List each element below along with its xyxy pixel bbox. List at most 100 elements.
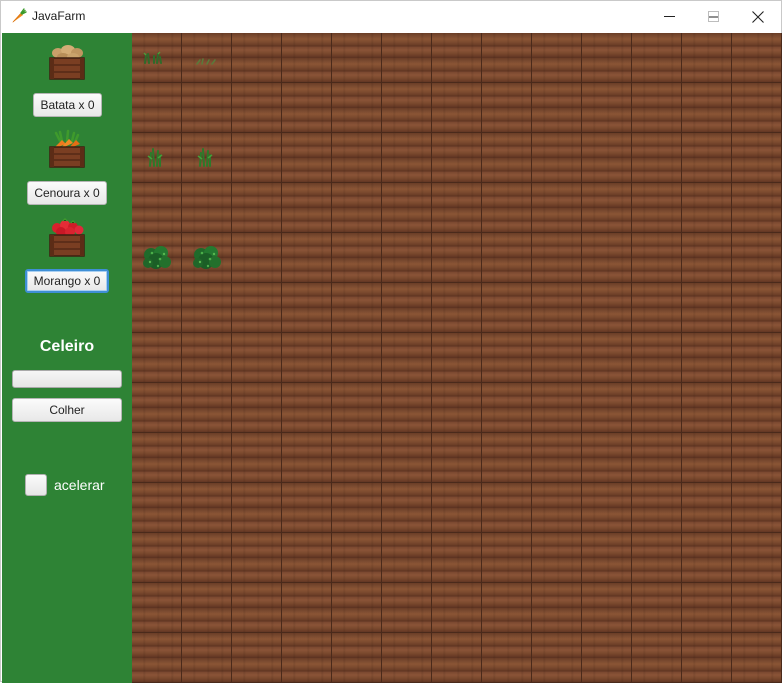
farm-tile[interactable] xyxy=(432,283,482,333)
farm-tile[interactable] xyxy=(632,583,682,633)
farm-tile[interactable] xyxy=(532,33,582,83)
farm-tile[interactable] xyxy=(232,583,282,633)
farm-tile[interactable] xyxy=(682,583,732,633)
farm-tile[interactable] xyxy=(282,433,332,483)
farm-tile[interactable] xyxy=(532,383,582,433)
farm-tile[interactable] xyxy=(182,283,232,333)
farm-tile[interactable] xyxy=(332,383,382,433)
farm-tile[interactable] xyxy=(232,433,282,483)
strawberry-seed-button[interactable]: Morango x 0 xyxy=(25,269,109,293)
farm-tile[interactable] xyxy=(582,283,632,333)
farm-tile[interactable] xyxy=(182,383,232,433)
farm-tile[interactable] xyxy=(482,83,532,133)
farm-tile[interactable] xyxy=(632,383,682,433)
farm-tile[interactable] xyxy=(432,383,482,433)
farm-tile[interactable] xyxy=(182,483,232,533)
farm-tile[interactable] xyxy=(182,633,232,683)
farm-tile[interactable] xyxy=(532,133,582,183)
farm-tile[interactable] xyxy=(532,83,582,133)
farm-tile[interactable] xyxy=(682,333,732,383)
farm-tile[interactable] xyxy=(232,333,282,383)
farm-tile[interactable] xyxy=(732,83,782,133)
farm-tile[interactable] xyxy=(332,633,382,683)
farm-tile[interactable] xyxy=(632,333,682,383)
farm-tile[interactable] xyxy=(432,583,482,633)
farm-tile[interactable] xyxy=(282,33,332,83)
farm-tile[interactable] xyxy=(132,483,182,533)
farm-tile[interactable] xyxy=(482,583,532,633)
farm-tile[interactable] xyxy=(732,333,782,383)
farm-tile[interactable] xyxy=(282,333,332,383)
farm-tile[interactable] xyxy=(632,33,682,83)
carrot-seed-button[interactable]: Cenoura x 0 xyxy=(27,181,107,205)
farm-tile[interactable] xyxy=(432,633,482,683)
farm-tile[interactable] xyxy=(332,483,382,533)
farm-tile[interactable] xyxy=(232,633,282,683)
farm-tile[interactable] xyxy=(382,383,432,433)
farm-tile[interactable] xyxy=(232,233,282,283)
farm-tile[interactable] xyxy=(732,533,782,583)
farm-tile[interactable] xyxy=(232,133,282,183)
farm-tile[interactable] xyxy=(482,233,532,283)
farm-tile[interactable] xyxy=(282,233,332,283)
farm-tile[interactable] xyxy=(682,233,732,283)
harvest-button[interactable]: Colher xyxy=(12,398,122,422)
close-button[interactable] xyxy=(735,1,781,32)
farm-tile[interactable] xyxy=(682,433,732,483)
farm-tile[interactable] xyxy=(632,533,682,583)
farm-tile[interactable] xyxy=(732,283,782,333)
farm-tile[interactable] xyxy=(632,133,682,183)
farm-tile[interactable] xyxy=(282,383,332,433)
minimize-button-area[interactable] xyxy=(646,1,692,32)
farm-tile[interactable] xyxy=(382,283,432,333)
farm-tile[interactable] xyxy=(382,533,432,583)
farm-tile[interactable] xyxy=(332,583,382,633)
farm-tile[interactable] xyxy=(682,483,732,533)
farm-tile[interactable] xyxy=(232,483,282,533)
farm-tile[interactable] xyxy=(532,533,582,583)
maximize-button-area[interactable] xyxy=(690,1,736,32)
farm-tile[interactable] xyxy=(582,333,632,383)
farm-tile[interactable] xyxy=(632,633,682,683)
farm-tile[interactable] xyxy=(682,633,732,683)
potato-seed-button[interactable]: Batata x 0 xyxy=(33,93,102,117)
farm-tile[interactable] xyxy=(332,533,382,583)
farm-tile[interactable] xyxy=(582,233,632,283)
farm-tile[interactable] xyxy=(332,433,382,483)
farm-tile[interactable] xyxy=(232,383,282,433)
farm-tile[interactable] xyxy=(382,333,432,383)
farm-tile[interactable] xyxy=(482,533,532,583)
farm-tile[interactable] xyxy=(382,33,432,83)
farm-tile[interactable] xyxy=(682,283,732,333)
farm-tile[interactable] xyxy=(432,33,482,83)
farm-tile[interactable] xyxy=(332,183,382,233)
farm-tile[interactable] xyxy=(382,483,432,533)
farm-tile[interactable] xyxy=(282,633,332,683)
farm-tile[interactable] xyxy=(382,233,432,283)
farm-tile[interactable] xyxy=(482,383,532,433)
farm-tile[interactable] xyxy=(132,183,182,233)
farm-tile[interactable] xyxy=(432,533,482,583)
farm-tile[interactable] xyxy=(232,83,282,133)
farm-tile[interactable] xyxy=(532,233,582,283)
farm-tile[interactable] xyxy=(682,33,732,83)
farm-tile[interactable] xyxy=(582,133,632,183)
farm-tile[interactable] xyxy=(632,183,682,233)
farm-tile[interactable] xyxy=(432,483,482,533)
farm-tile[interactable] xyxy=(582,583,632,633)
farm-tile[interactable] xyxy=(532,583,582,633)
farm-tile[interactable] xyxy=(482,433,532,483)
farm-tile[interactable] xyxy=(182,333,232,383)
farm-tile[interactable] xyxy=(182,533,232,583)
farm-tile[interactable] xyxy=(382,83,432,133)
farm-tile[interactable] xyxy=(582,433,632,483)
farm-tile[interactable] xyxy=(482,333,532,383)
farm-tile[interactable] xyxy=(432,233,482,283)
farm-tile[interactable] xyxy=(632,483,682,533)
farm-tile[interactable] xyxy=(482,483,532,533)
farm-tile[interactable] xyxy=(682,533,732,583)
farm-tile[interactable] xyxy=(132,533,182,583)
farm-tile[interactable] xyxy=(532,433,582,483)
farm-tile[interactable] xyxy=(232,283,282,333)
farm-tile[interactable] xyxy=(532,633,582,683)
